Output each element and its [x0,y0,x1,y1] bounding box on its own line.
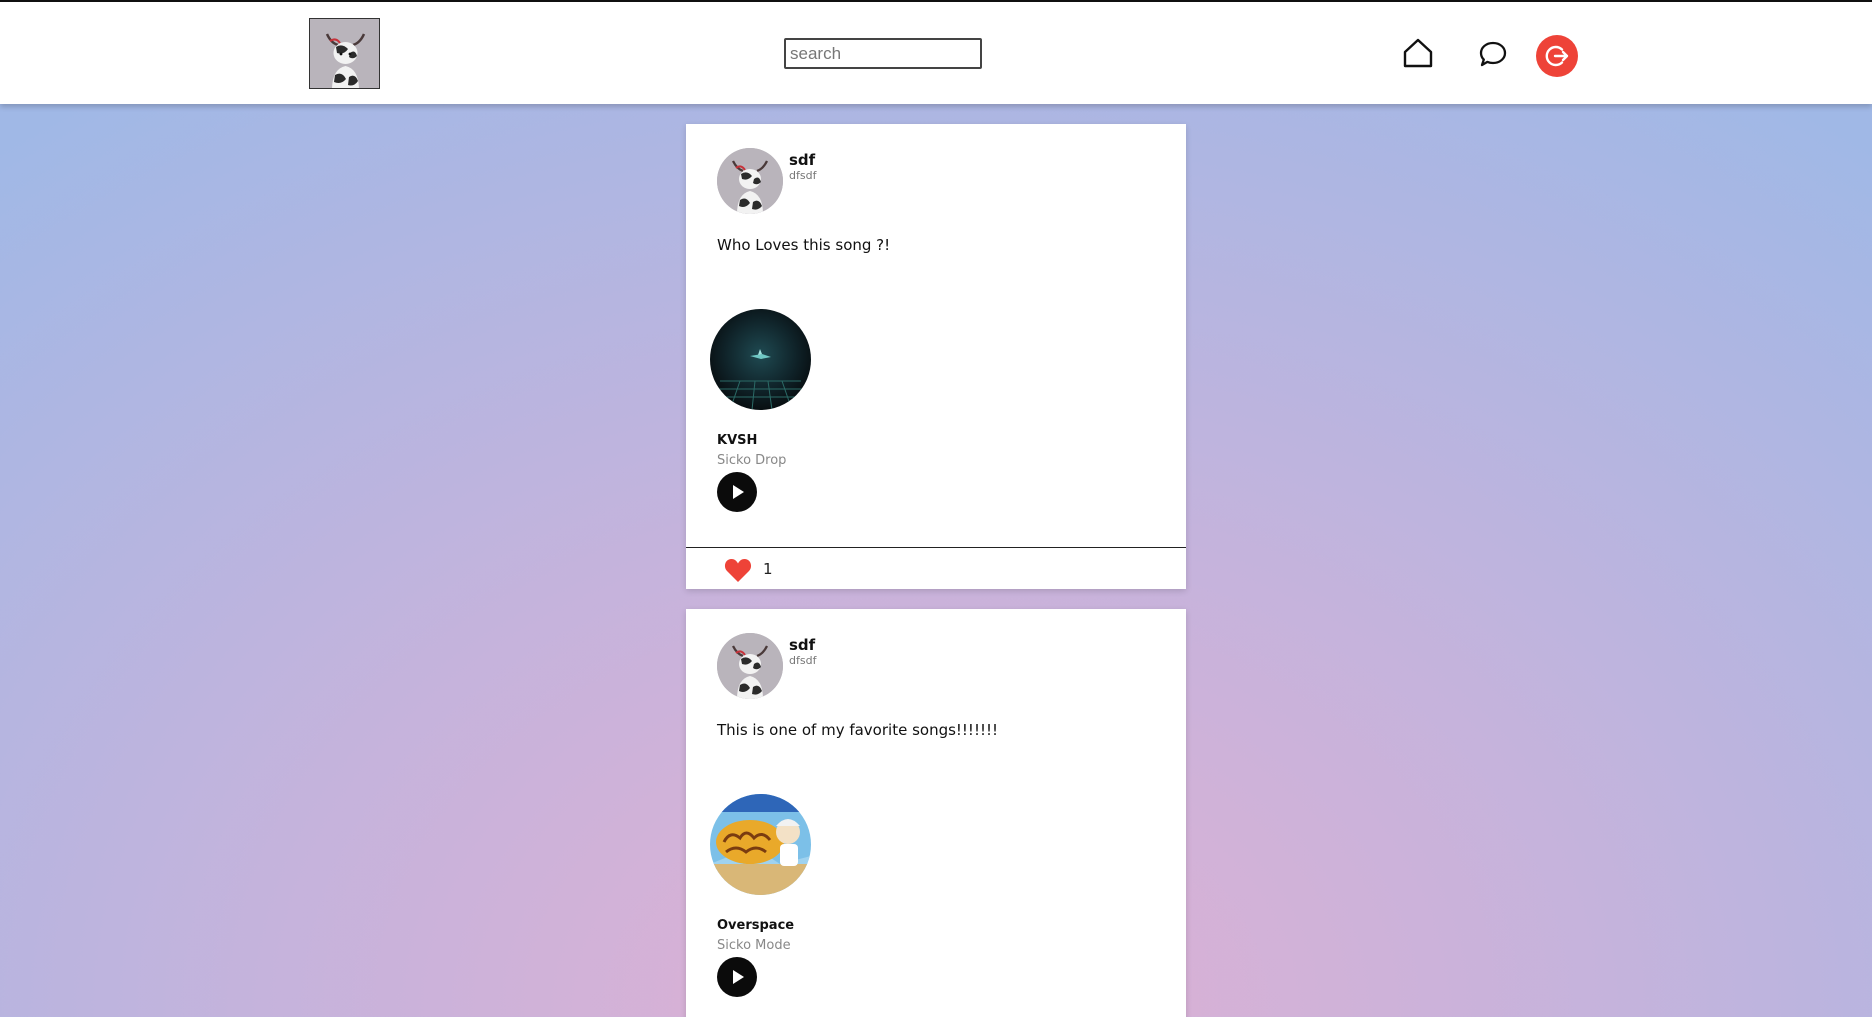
heart-icon [724,559,752,582]
avatar[interactable] [717,633,783,699]
song-artist: KVSH [717,433,758,448]
goat-logo-icon[interactable] [309,18,380,89]
play-button[interactable] [717,957,757,997]
author-name[interactable]: sdf [789,151,815,169]
song-title: Sicko Mode [717,938,791,953]
play-icon [733,485,744,499]
post-text: Who Loves this song ?! [717,236,891,254]
post-card: sdf dfsdf Who Loves this song ?! KVSH Si… [686,124,1186,589]
like-button[interactable] [724,557,752,583]
author-name[interactable]: sdf [789,636,815,654]
like-count: 1 [763,560,773,578]
song-artist: Overspace [717,918,795,933]
song-title: Sicko Drop [717,453,787,468]
home-icon[interactable] [1401,36,1435,70]
play-button[interactable] [717,472,757,512]
chat-bubble-icon[interactable] [1478,39,1508,69]
play-icon [733,970,744,984]
author-handle: dfsdf [789,654,817,667]
search-input[interactable] [784,38,982,69]
divider [686,547,1186,548]
post-text: This is one of my favorite songs!!!!!!! [717,721,999,739]
top-navbar [0,2,1872,104]
album-cover [710,794,811,895]
album-cover [710,309,811,410]
author-handle: dfsdf [789,169,817,182]
logout-button[interactable] [1536,35,1578,77]
logout-icon [1545,45,1569,67]
post-card: sdf dfsdf This is one of my favorite son… [686,609,1186,1017]
avatar[interactable] [717,148,783,214]
